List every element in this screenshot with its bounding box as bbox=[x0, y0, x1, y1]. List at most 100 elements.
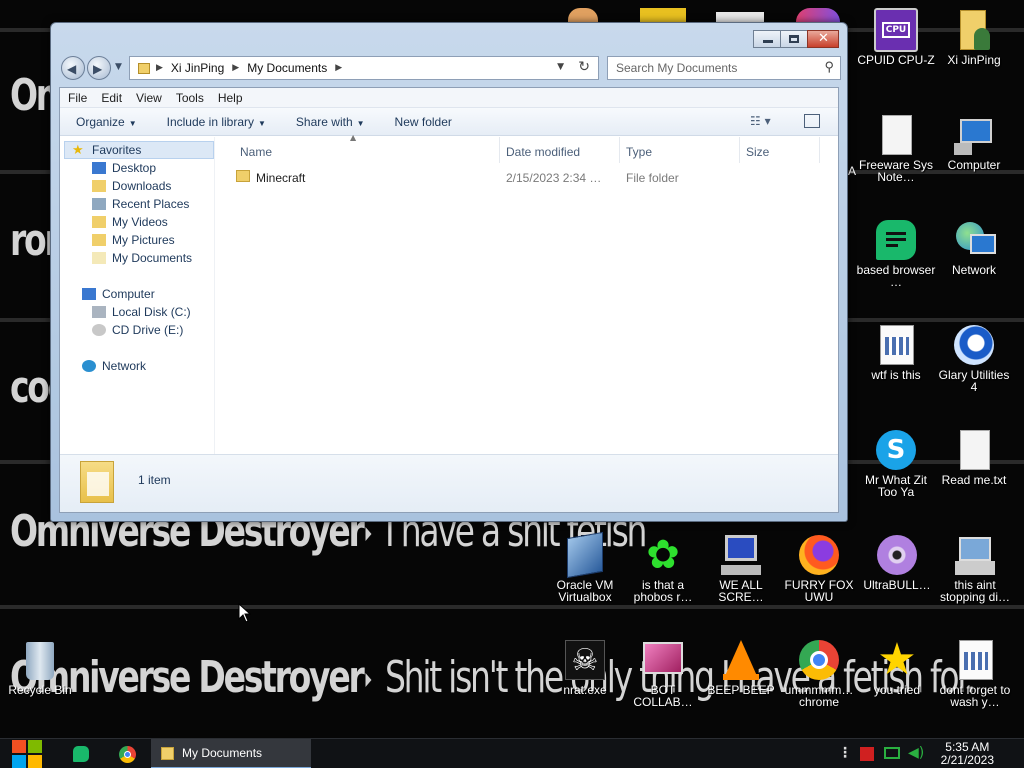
nav-my-videos[interactable]: My Videos bbox=[92, 215, 168, 229]
user-folder-icon bbox=[952, 8, 996, 52]
close-button[interactable]: ✕ bbox=[807, 30, 839, 48]
desktop-icon-cpuz[interactable]: CPU CPUID CPU-Z bbox=[856, 8, 936, 66]
nav-cd-drive[interactable]: CD Drive (E:) bbox=[92, 323, 183, 337]
downloads-icon bbox=[92, 180, 106, 192]
explorer-body: File Edit View Tools Help Organize ▼ Incl… bbox=[59, 87, 839, 513]
breadcrumb-separator: ▶ bbox=[156, 63, 163, 73]
desktop-icon-chrome[interactable]: ummmmm… chrome bbox=[779, 638, 859, 708]
forward-button[interactable]: ▶ bbox=[87, 56, 111, 80]
file-name: Minecraft bbox=[256, 171, 306, 185]
desktop-icon-read-me[interactable]: Read me.txt bbox=[934, 428, 1014, 486]
taskbar-chat-app[interactable] bbox=[70, 739, 94, 768]
desktop-icon-recycle-bin[interactable]: Recycle Bin bbox=[0, 638, 80, 696]
back-button[interactable]: ◀ bbox=[61, 56, 85, 80]
network-icon bbox=[82, 360, 96, 372]
nav-downloads[interactable]: Downloads bbox=[92, 179, 171, 193]
recent-places-icon bbox=[92, 198, 106, 210]
explorer-window[interactable]: ✕ ◀ ▶ ▼ ▶ Xi JinPing ▶ My Documents ▶ ▼ … bbox=[50, 22, 848, 522]
desktop-icon-freeware-sys-note[interactable]: Freeware Sys Note… bbox=[856, 113, 936, 183]
menu-view[interactable]: View bbox=[136, 91, 162, 105]
volume-icon[interactable]: ◀) bbox=[908, 745, 924, 761]
view-options-icon[interactable]: ☷ ▾ bbox=[750, 114, 771, 128]
nav-computer[interactable]: Computer bbox=[82, 287, 155, 301]
nav-desktop[interactable]: Desktop bbox=[92, 161, 156, 175]
desktop-icon-bot-collab[interactable]: BOT COLLAB… bbox=[623, 638, 703, 708]
breadcrumb-my-documents[interactable]: My Documents bbox=[247, 61, 327, 75]
menu-tools[interactable]: Tools bbox=[176, 91, 204, 105]
desktop-icon-based-browser[interactable]: based browser … bbox=[856, 218, 936, 288]
desktop-icon-this-aint-stopping[interactable]: this aint stopping di… bbox=[935, 533, 1015, 603]
address-dropdown-icon[interactable]: ▼ bbox=[557, 62, 564, 72]
chrome-icon bbox=[119, 746, 136, 763]
desktop-icon-skype[interactable]: S Mr What Zit Too Ya bbox=[856, 428, 936, 498]
taskbar-my-documents[interactable]: My Documents bbox=[151, 739, 311, 768]
breadcrumb-separator[interactable]: ▶ bbox=[232, 63, 239, 73]
file-row[interactable]: Minecraft 2/15/2023 2:34 … File folder bbox=[224, 167, 838, 187]
desktop-icon-xi-jinping[interactable]: Xi JinPing bbox=[934, 8, 1014, 66]
desktop-icon-label: A bbox=[848, 164, 857, 178]
skype-icon: S bbox=[874, 428, 918, 472]
new-folder-button[interactable]: New folder bbox=[395, 115, 452, 129]
include-in-library-button[interactable]: Include in library ▼ bbox=[167, 115, 266, 129]
desktop-icon-furry-fox[interactable]: FURRY FOX UWU bbox=[779, 533, 859, 603]
desktop-icon-virtualbox[interactable]: Oracle VM Virtualbox bbox=[545, 531, 625, 603]
nav-favorites[interactable]: ★ Favorites bbox=[72, 143, 141, 157]
glary-icon bbox=[952, 323, 996, 367]
breadcrumb-xi-jinping[interactable]: Xi JinPing bbox=[171, 61, 224, 75]
nav-recent-places[interactable]: Recent Places bbox=[92, 197, 189, 211]
taskbar: My Documents ⋮ ◀) 5:35 AM 2/21/2023 bbox=[0, 738, 1024, 768]
nav-network[interactable]: Network bbox=[82, 359, 146, 373]
desktop-icon-you-tried[interactable]: ★ you tried bbox=[857, 638, 937, 697]
start-button[interactable] bbox=[10, 739, 44, 768]
text-file-icon bbox=[952, 428, 996, 472]
nav-my-documents[interactable]: My Documents bbox=[92, 251, 192, 265]
desktop-icon-wtf-is-this[interactable]: wtf is this bbox=[856, 323, 936, 381]
column-name[interactable]: Name bbox=[234, 137, 500, 163]
desktop-icon-we-all-scream[interactable]: WE ALL SCRE… bbox=[701, 533, 781, 603]
column-date-modified[interactable]: Date modified bbox=[500, 137, 620, 163]
desktop-icon-ultrabull[interactable]: UltraBULL… bbox=[857, 533, 937, 591]
search-icon[interactable]: ⚲ bbox=[824, 59, 834, 75]
network-icon bbox=[952, 218, 996, 262]
action-center-flag-icon[interactable] bbox=[860, 747, 874, 761]
share-with-button[interactable]: Share with ▼ bbox=[296, 115, 365, 129]
preview-pane-icon[interactable] bbox=[804, 114, 820, 128]
disc-icon bbox=[875, 533, 919, 577]
firefox-icon bbox=[797, 533, 841, 577]
organize-button[interactable]: Organize ▼ bbox=[76, 115, 137, 129]
mouse-cursor-icon bbox=[238, 603, 252, 623]
vlc-icon bbox=[719, 638, 763, 682]
desktop-icon-glary-utilities[interactable]: Glary Utilities 4 bbox=[934, 323, 1014, 393]
tray-overflow-icon[interactable]: ⋮ bbox=[838, 745, 852, 761]
refresh-icon[interactable]: ↻ bbox=[578, 59, 590, 75]
search-input[interactable]: Search My Documents ⚲ bbox=[607, 56, 841, 80]
desktop-icon-dont-forget[interactable]: dont forget to wash y… bbox=[935, 638, 1015, 708]
desktop-icon-nrat[interactable]: ☠ nrat.exe bbox=[545, 638, 625, 696]
address-bar[interactable]: ▶ Xi JinPing ▶ My Documents ▶ ▼ ↻ bbox=[129, 56, 599, 80]
nav-my-pictures[interactable]: My Pictures bbox=[92, 233, 175, 247]
menu-edit[interactable]: Edit bbox=[101, 91, 122, 105]
nav-local-disk[interactable]: Local Disk (C:) bbox=[92, 305, 191, 319]
maximize-button[interactable] bbox=[780, 30, 808, 48]
minimize-button[interactable] bbox=[753, 30, 781, 48]
taskbar-chrome[interactable] bbox=[116, 739, 140, 768]
desktop-icon-network[interactable]: Network bbox=[934, 218, 1014, 276]
menu-file[interactable]: File bbox=[68, 91, 87, 105]
network-status-icon[interactable] bbox=[884, 747, 900, 759]
chrome-icon bbox=[797, 638, 841, 682]
system-clock[interactable]: 5:35 AM 2/21/2023 bbox=[941, 741, 994, 767]
breadcrumb-separator[interactable]: ▶ bbox=[335, 63, 342, 73]
desktop-icon-phobos[interactable]: ✿ is that a phobos r… bbox=[623, 533, 703, 603]
hard-disk-icon bbox=[92, 306, 106, 318]
green-flower-icon: ✿ bbox=[646, 532, 680, 578]
column-type[interactable]: Type bbox=[620, 137, 740, 163]
desktop-icon-computer[interactable]: Computer bbox=[934, 113, 1014, 171]
recent-pages-button[interactable]: ▼ bbox=[115, 62, 122, 72]
star-icon: ★ bbox=[72, 142, 84, 157]
desktop-icon-beep-beep[interactable]: BEEP BEEP bbox=[701, 638, 781, 696]
menu-help[interactable]: Help bbox=[218, 91, 243, 105]
videos-icon bbox=[92, 216, 106, 228]
document-icon bbox=[874, 113, 918, 157]
column-size[interactable]: Size bbox=[740, 137, 820, 163]
installer-icon bbox=[953, 533, 997, 577]
